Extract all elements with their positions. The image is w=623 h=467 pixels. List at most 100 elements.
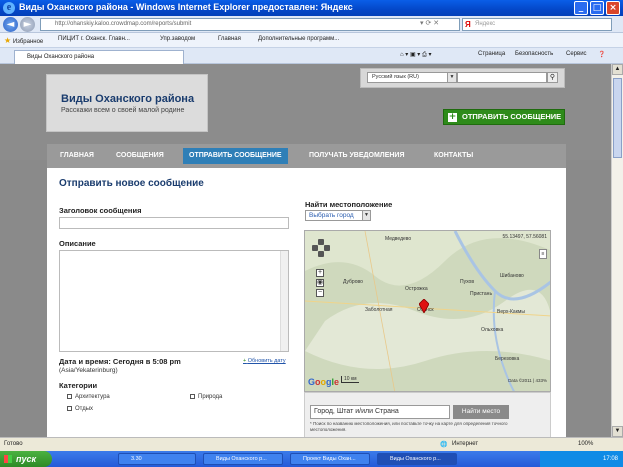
map-town-label: Ольховка [481, 327, 504, 333]
favorite-item[interactable]: Упр.заводом [160, 36, 195, 42]
subject-label: Заголовок сообщения [59, 206, 142, 215]
nav-submit-report[interactable]: ОТПРАВИТЬ СООБЩЕНИЕ [183, 148, 288, 164]
taskbar: пуск 3.30 Виды Оханского р... Проект Вид… [0, 451, 623, 467]
map-town-label: Заболотная [365, 307, 393, 313]
find-location-button[interactable]: Найти место [453, 405, 509, 419]
timezone-label: (Asia/Yekaterinburg) [59, 367, 118, 374]
send-report-button[interactable]: + ОТПРАВИТЬ СООБЩЕНИЕ [443, 109, 565, 125]
zoom-out-button[interactable]: − [316, 289, 324, 297]
map-town-label: Дуброво [343, 279, 363, 285]
description-textarea[interactable] [59, 250, 289, 352]
map-town-label: Пристань [470, 291, 493, 297]
nav-alerts[interactable]: ПОЛУЧАТЬ УВЕДОМЛЕНИЯ [309, 152, 404, 159]
nav-reports[interactable]: СООБЩЕНИЯ [116, 152, 164, 159]
window-title: Виды Оханского района - Windows Internet… [19, 2, 353, 12]
toolbar-icons[interactable]: ⌂ ▾ ▣ ▾ ⎙ ▾ [400, 51, 431, 59]
checkbox[interactable] [190, 394, 195, 399]
language-search-box: Русский язык (RU) ▼ ⚲ [360, 68, 565, 88]
maximize-button[interactable]: □ [590, 1, 604, 15]
favorite-item[interactable]: Главная [218, 36, 241, 42]
map-pan-control[interactable] [312, 239, 330, 257]
plus-icon: + [243, 358, 247, 364]
find-location-label: Найти местоположение [305, 200, 393, 209]
title-bar: e Виды Оханского района - Windows Intern… [0, 0, 623, 16]
scroll-up-icon[interactable]: ▲ [612, 64, 623, 75]
globe-icon: 🌐 [440, 442, 448, 448]
site-title[interactable]: Виды Оханского района [61, 93, 194, 105]
datetime-label: Дата и время: Сегодня в 5:08 pm [59, 357, 181, 366]
location-search-panel: Город, Штат и/или Страна Найти место * П… [304, 392, 551, 437]
yandex-placeholder: Яндекс [475, 21, 496, 27]
site-header: Виды Оханского района Расскажи всем о св… [46, 74, 208, 132]
map-scale: 10 км [341, 376, 359, 383]
map-town-label: Острожка [405, 286, 428, 292]
map-layers-icon[interactable]: ≡ [539, 249, 547, 259]
subject-input[interactable] [59, 217, 289, 229]
favorites-button[interactable]: ★ Избранное [4, 36, 43, 45]
globe-icon[interactable]: ◉ [316, 279, 324, 287]
description-label: Описание [59, 239, 96, 248]
safety-menu[interactable]: Безопасность [515, 51, 553, 57]
refresh-stop-icons[interactable]: ▾ ⟳ ✕ [420, 19, 439, 27]
address-bar: ◄ ► http://ohanskiy.kaloo.crowdmap.com/r… [0, 16, 623, 33]
main-nav: ГЛАВНАЯ СООБЩЕНИЯ ОТПРАВИТЬ СООБЩЕНИЕ ПО… [47, 144, 566, 168]
status-bar: Готово 🌐 Интернет 100% [0, 437, 623, 451]
form-title: Отправить новое сообщение [59, 178, 204, 189]
url-input[interactable]: http://ohanskiy.kaloo.crowdmap.com/repor… [40, 18, 460, 31]
forward-icon[interactable]: ► [20, 17, 35, 32]
checkbox[interactable] [67, 394, 72, 399]
category-leisure[interactable]: Отдых [67, 406, 93, 412]
site-tagline: Расскажи всем о своей малой родине [61, 107, 185, 114]
update-date-link[interactable]: + Обновить дату [243, 358, 286, 364]
location-map[interactable]: 55.13497, 57.56081 + ◉ − ≡ Медведево Дуб… [304, 230, 551, 392]
city-select[interactable]: Выбрать город ▼ [305, 210, 371, 221]
windows-logo-icon [4, 455, 12, 463]
language-select[interactable]: Русский язык (RU) ▼ [367, 72, 457, 83]
map-copyright: Data ©2011 | 433% [508, 378, 547, 383]
taskbar-item[interactable]: Виды Оханского р... [203, 453, 283, 465]
location-input[interactable]: Город, Штат и/или Страна [310, 405, 450, 419]
system-tray: 17:08 [540, 451, 623, 467]
location-hint: * Поиск по названию местоположения, или … [310, 421, 508, 432]
nav-home[interactable]: ГЛАВНАЯ [60, 152, 94, 159]
start-button[interactable]: пуск [0, 451, 52, 467]
category-nature[interactable]: Природа [190, 394, 222, 400]
internet-zone: Интернет [452, 441, 479, 447]
zoom-level[interactable]: 100% [578, 441, 593, 447]
page-scrollbar[interactable]: ▲ ▼ [611, 64, 623, 437]
star-icon: ★ [4, 36, 12, 45]
back-icon[interactable]: ◄ [3, 17, 18, 32]
favorite-item[interactable]: Дополнительные программ... [258, 36, 339, 42]
close-button[interactable]: × [606, 1, 620, 15]
tab-row: Виды Оханского района ⌂ ▾ ▣ ▾ ⎙ ▾ Страни… [0, 48, 623, 64]
browser-tab[interactable]: Виды Оханского района [14, 50, 184, 64]
search-icon[interactable]: ⚲ [547, 72, 558, 83]
tools-menu[interactable]: Сервис [566, 51, 587, 57]
nav-contact[interactable]: КОНТАКТЫ [434, 152, 473, 159]
map-town-label: Березовка [495, 356, 520, 362]
scroll-thumb[interactable] [613, 78, 622, 158]
taskbar-item[interactable]: Виды Оханского р... [377, 453, 457, 465]
chevron-down-icon: ▼ [362, 211, 370, 220]
taskbar-item[interactable]: 3.30 [118, 453, 196, 465]
yandex-search-input[interactable]: Я Яндекс [462, 18, 612, 31]
favorite-item[interactable]: ПИЦИТ г. Оханск. Главн... [58, 36, 130, 42]
chevron-down-icon: ▼ [447, 73, 456, 82]
zoom-in-button[interactable]: + [316, 269, 324, 277]
checkbox[interactable] [67, 406, 72, 411]
location-marker-icon[interactable] [419, 299, 429, 313]
map-town-label: Медведево [385, 236, 412, 242]
map-town-label: Пухов [460, 279, 474, 285]
scroll-down-icon[interactable]: ▼ [612, 426, 623, 437]
category-architecture[interactable]: Архитектура [67, 394, 110, 400]
clock: 17:08 [602, 456, 618, 462]
site-search-input[interactable] [457, 72, 547, 83]
taskbar-item[interactable]: Проект Виды Охан... [290, 453, 370, 465]
map-town-label: Шибаново [500, 273, 524, 279]
plus-icon: + [448, 112, 457, 122]
google-logo: Google [308, 377, 340, 387]
help-icon[interactable]: ❓ [598, 51, 605, 58]
page-menu[interactable]: Страница [478, 51, 505, 57]
textarea-scrollbar[interactable] [280, 251, 288, 351]
minimize-button[interactable]: _ [574, 1, 588, 15]
